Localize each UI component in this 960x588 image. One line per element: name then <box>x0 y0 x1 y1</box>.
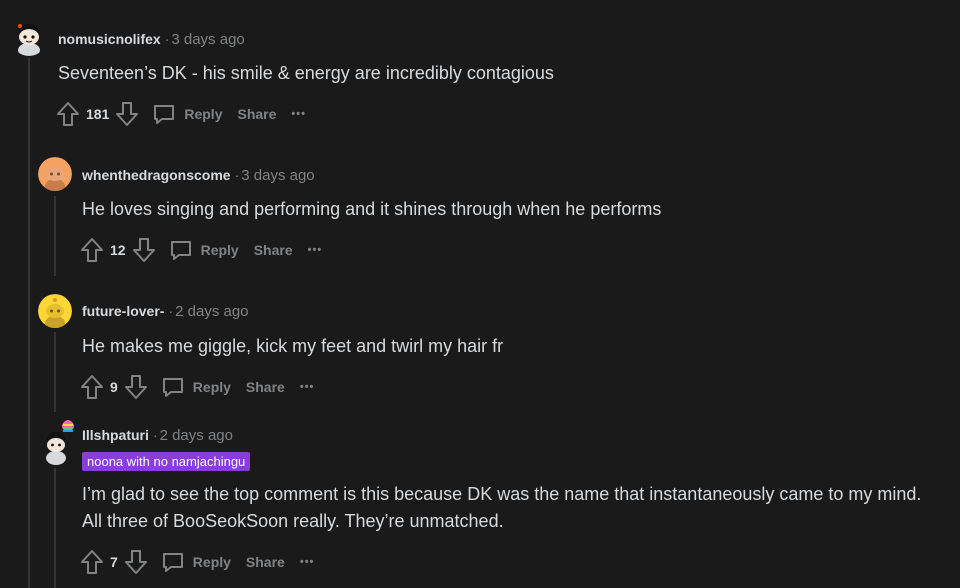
upvote-icon[interactable] <box>80 374 104 400</box>
reply-icon <box>170 241 191 260</box>
reply-label: Reply <box>200 242 239 258</box>
more-options-icon[interactable]: ••• <box>308 244 323 256</box>
vote-count: 181 <box>86 106 110 122</box>
more-options-icon[interactable]: ••• <box>291 108 306 120</box>
username[interactable]: future-lover- <box>82 303 164 319</box>
avatar[interactable] <box>38 294 72 328</box>
reply-label: Reply <box>184 106 223 122</box>
more-options-icon[interactable]: ••• <box>300 556 315 568</box>
timestamp[interactable]: 2 days ago <box>160 427 233 444</box>
downvote-icon[interactable] <box>124 549 148 575</box>
comment-body: He loves singing and performing and it s… <box>82 199 662 219</box>
user-flair: noona with no namjachingu <box>82 452 251 471</box>
downvote-icon[interactable] <box>115 101 139 127</box>
comment-actions: 7 Reply Share ••• <box>80 548 314 576</box>
reply-button[interactable]: Reply <box>169 238 239 262</box>
comment-body-line-2: All three of BooSeokSoon really. They’re… <box>82 511 504 531</box>
reply-icon <box>162 378 183 397</box>
username[interactable]: Illshpaturi <box>82 427 149 443</box>
comment-meta: Illshpaturi · 2 days ago <box>82 426 233 445</box>
meta-separator: · <box>164 31 170 47</box>
reply-icon <box>162 553 183 572</box>
upvote-icon[interactable] <box>56 101 80 127</box>
comment-body-line-1: I’m glad to see the top comment is this … <box>82 484 922 504</box>
share-button[interactable]: Share <box>254 242 293 258</box>
username[interactable]: whenthedragonscome <box>82 167 231 183</box>
comment-meta: nomusicnolifex · 3 days ago <box>58 30 245 49</box>
thread-line-reply-3[interactable] <box>54 468 56 588</box>
reply-button[interactable]: Reply <box>161 550 231 574</box>
avatar[interactable] <box>38 418 78 466</box>
thread-line-root[interactable] <box>28 58 30 588</box>
username[interactable]: nomusicnolifex <box>58 31 161 47</box>
comment-meta: whenthedragonscome · 3 days ago <box>82 166 315 185</box>
upvote-icon[interactable] <box>80 237 104 263</box>
thread-line-reply-2[interactable] <box>54 332 56 412</box>
timestamp[interactable]: 3 days ago <box>241 167 314 184</box>
meta-separator: · <box>234 167 240 183</box>
comment-actions: 12 Reply Share ••• <box>80 236 322 264</box>
reply-button[interactable]: Reply <box>161 375 231 399</box>
snoo-avatar-icon <box>38 157 72 191</box>
vote-count: 9 <box>110 379 118 395</box>
more-options-icon[interactable]: ••• <box>300 381 315 393</box>
avatar[interactable] <box>38 157 72 191</box>
snoo-avatar-icon <box>38 294 72 328</box>
comment-meta: future-lover- · 2 days ago <box>82 302 249 321</box>
downvote-icon[interactable] <box>132 237 156 263</box>
reply-label: Reply <box>192 379 231 395</box>
share-button[interactable]: Share <box>246 379 285 395</box>
meta-separator: · <box>152 427 158 443</box>
comment-actions: 181 Reply Share ••• <box>56 100 306 128</box>
share-button[interactable]: Share <box>237 106 276 122</box>
timestamp[interactable]: 3 days ago <box>171 31 244 48</box>
share-button[interactable]: Share <box>246 554 285 570</box>
timestamp[interactable]: 2 days ago <box>175 303 248 320</box>
snoo-avatar-icon <box>12 21 46 56</box>
comment-actions: 9 Reply Share ••• <box>80 373 314 401</box>
upvote-icon[interactable] <box>80 549 104 575</box>
comment-body: Seventeen’s DK - his smile & energy are … <box>58 63 554 83</box>
reply-label: Reply <box>192 554 231 570</box>
avatar[interactable] <box>11 20 47 56</box>
vote-count: 12 <box>110 242 126 258</box>
snoo-avatar-icon <box>39 420 74 465</box>
thread-line-reply-1[interactable] <box>54 196 56 276</box>
meta-separator: · <box>168 303 174 319</box>
comment-thread: nomusicnolifex · 3 days ago Seventeen’s DK… <box>0 0 960 588</box>
vote-count: 7 <box>110 554 118 570</box>
reply-button[interactable]: Reply <box>152 102 222 126</box>
downvote-icon[interactable] <box>124 374 148 400</box>
reply-icon <box>154 105 175 124</box>
comment-body: He makes me giggle, kick my feet and twi… <box>82 336 504 356</box>
